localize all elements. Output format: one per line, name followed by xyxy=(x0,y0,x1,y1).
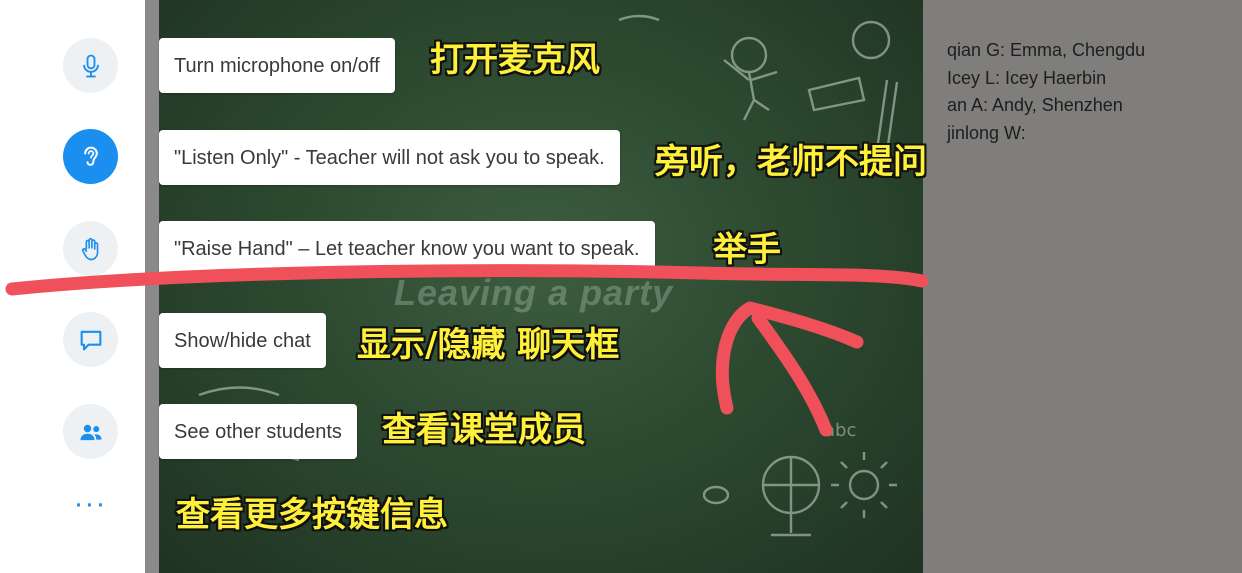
raise-hand-note: 举手 xyxy=(713,230,781,270)
chat-button[interactable] xyxy=(63,312,118,367)
people-icon xyxy=(80,424,101,440)
ear-icon xyxy=(83,146,98,166)
sidebar: ··· xyxy=(0,0,145,573)
student-list: qian G: Emma, Chengdu Icey L: Icey Haerb… xyxy=(947,37,1145,147)
students-panel: qian G: Emma, Chengdu Icey L: Icey Haerb… xyxy=(923,0,1242,573)
microphone-icon xyxy=(82,54,99,77)
chalk-text: abc xyxy=(824,420,857,441)
chat-tooltip: Show/hide chat xyxy=(159,313,326,368)
listen-only-tooltip: "Listen Only" - Teacher will not ask you… xyxy=(159,130,620,185)
raise-hand-button[interactable] xyxy=(63,221,118,276)
student-entry: jinlong W: xyxy=(947,122,1026,143)
students-note: 查看课堂成员 xyxy=(382,410,586,450)
lesson-title: Leaving a party xyxy=(394,272,674,313)
more-options-note: 查看更多按键信息 xyxy=(176,495,448,535)
microphone-tooltip: Turn microphone on/off xyxy=(159,38,395,93)
students-button[interactable] xyxy=(63,404,118,459)
student-entry: an A: Andy, Shenzhen xyxy=(947,95,1123,115)
student-entry: qian G: Emma, Chengdu xyxy=(947,40,1146,60)
raise-hand-tooltip: "Raise Hand" – Let teacher know you want… xyxy=(159,221,655,276)
microphone-note: 打开麦克风 xyxy=(430,40,600,80)
stage-border xyxy=(145,0,159,573)
listen-only-note: 旁听，老师不提问 xyxy=(655,142,927,182)
students-tooltip: See other students xyxy=(159,404,357,459)
listen-only-button[interactable] xyxy=(63,129,118,184)
microphone-button[interactable] xyxy=(63,38,118,93)
chat-icon xyxy=(80,330,101,350)
chat-note: 显示/隐藏 聊天框 xyxy=(357,325,620,365)
student-entry: Icey L: Icey Haerbin xyxy=(947,67,1107,88)
raise-hand-icon xyxy=(81,237,98,260)
more-options-button[interactable]: ··· xyxy=(70,489,110,522)
